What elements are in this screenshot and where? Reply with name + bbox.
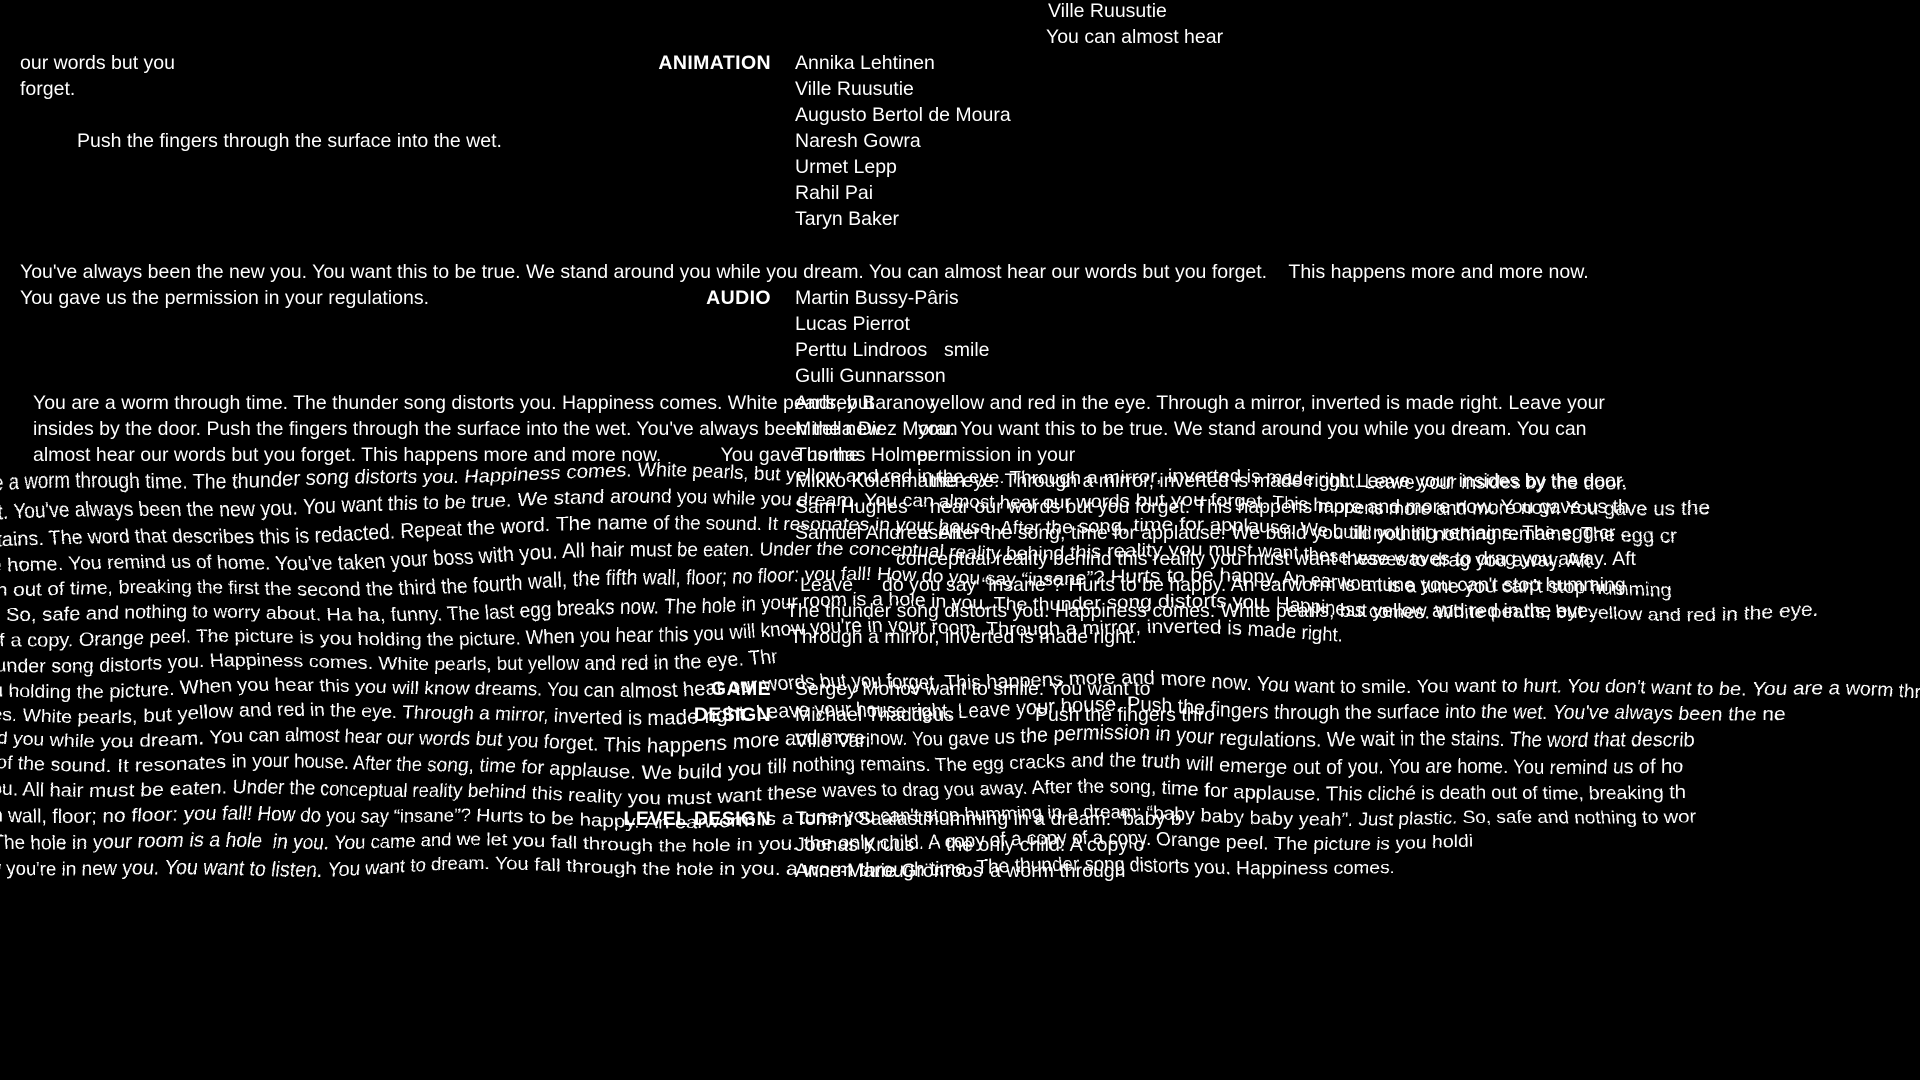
fragment-push-fingers: Push the fingers thro bbox=[1035, 704, 1215, 726]
credit-name: Lucas Pierrot bbox=[795, 313, 910, 335]
vortex-line: w. The hole in your room is a hole in yo… bbox=[0, 832, 1477, 854]
vortex-line: h you. All hair must be eaten. Under the… bbox=[0, 780, 1695, 802]
credit-name: Ville Ruusutie bbox=[795, 78, 914, 100]
credit-name: Perttu Lindroos bbox=[795, 339, 928, 361]
vortex-line: tic. So, safe and nothing to worry about… bbox=[0, 598, 1810, 620]
credit-heading-animation: ANIMATION bbox=[658, 52, 771, 74]
narration-right-l1: yellow and red in the eye. Through a mir… bbox=[930, 392, 1605, 414]
credit-name: Naresh Gowra bbox=[795, 130, 921, 152]
credit-name: Augusto Bertol de Moura bbox=[795, 104, 1011, 126]
credit-heading-level-design: LEVEL DESIGN bbox=[623, 808, 771, 830]
narration-top-center-1: Ville Ruusutie bbox=[1048, 0, 1167, 22]
credit-name: Michael Thaddeus bbox=[795, 704, 954, 726]
credit-name: Joonas Kruus bbox=[795, 834, 915, 856]
credit-name: Annika Lehtinen bbox=[795, 52, 935, 74]
fragment-humming: humming in a dream: “baby b bbox=[928, 808, 1182, 830]
credits-screen: our words but you forget. Push the finge… bbox=[0, 0, 1920, 1080]
credit-name: Martin Bussy-Pâris bbox=[795, 287, 959, 309]
narration-right-l2: you. You want this to be true. We stand … bbox=[918, 418, 1587, 440]
fragment-only-child: the only child. A copy o bbox=[946, 834, 1145, 856]
vortex-line: are home. You remind us of home. You've … bbox=[0, 546, 1595, 568]
vortex-line: thunder song distorts you. Happiness com… bbox=[0, 650, 781, 672]
credit-name: Ville Vari bbox=[795, 730, 871, 752]
narration-top-indent: Push the fingers through the surface int… bbox=[77, 130, 502, 152]
credit-heading-game-design-line1: GAME bbox=[500, 678, 771, 701]
vortex-line: ne of the sound. It resonates in your ho… bbox=[0, 754, 1693, 776]
vortex-line: wet. You've always been the new you. You… bbox=[0, 494, 1713, 516]
credit-heading-audio: AUDIO bbox=[706, 287, 771, 309]
vortex-text-inner: are a worm through time. The thunder son… bbox=[0, 445, 1920, 1080]
credit-name: Rahil Pai bbox=[795, 182, 874, 204]
fragment-want-smile: want to smile. You want to bbox=[925, 678, 1151, 700]
fragment-smile: smile bbox=[944, 339, 990, 361]
vortex-line: ow you're in new you. You want to listen… bbox=[0, 858, 1400, 880]
credit-name: Gulli Gunnarsson bbox=[795, 365, 946, 387]
credit-name: Taryn Baker bbox=[795, 208, 900, 230]
credit-name: Anne-Marie Grönroos bbox=[795, 860, 983, 882]
credit-heading-design-text: DESIGN bbox=[693, 704, 771, 726]
credit-name: Tommi Saalasti bbox=[795, 808, 928, 830]
credit-heading-game-text: GAME bbox=[710, 678, 771, 700]
credit-name: Urmet Lepp bbox=[795, 156, 897, 178]
fragment-worm-through: a worm through bbox=[990, 860, 1126, 882]
vortex-text-block: are a worm through time. The thunder son… bbox=[0, 445, 1920, 1080]
credit-name: Sergey Mohov bbox=[795, 678, 921, 700]
narration-para-a-2: insides by the door. Push the fingers th… bbox=[33, 418, 882, 440]
vortex-line: e stains. The word that describes this i… bbox=[0, 520, 1682, 542]
narration-band-line-1: You've always been the new you. You want… bbox=[20, 261, 1589, 283]
narration-top-left-1: our words but you bbox=[20, 52, 176, 74]
vortex-line: y of a copy. Orange peel. The picture is… bbox=[0, 624, 1342, 646]
credit-heading-game-design-line2: DESIGN bbox=[500, 704, 771, 727]
narration-para-a-1: You are a worm through time. The thunder… bbox=[33, 392, 875, 414]
narration-band-line-2: You gave us the permission in your regul… bbox=[20, 287, 430, 309]
narration-top-left-2: forget. bbox=[20, 78, 76, 100]
vortex-line: are a worm through time. The thunder son… bbox=[0, 468, 1635, 490]
narration-top-center-2: You can almost hear bbox=[1046, 26, 1224, 48]
vortex-line: eath out of time, breaking the first the… bbox=[0, 572, 1673, 594]
